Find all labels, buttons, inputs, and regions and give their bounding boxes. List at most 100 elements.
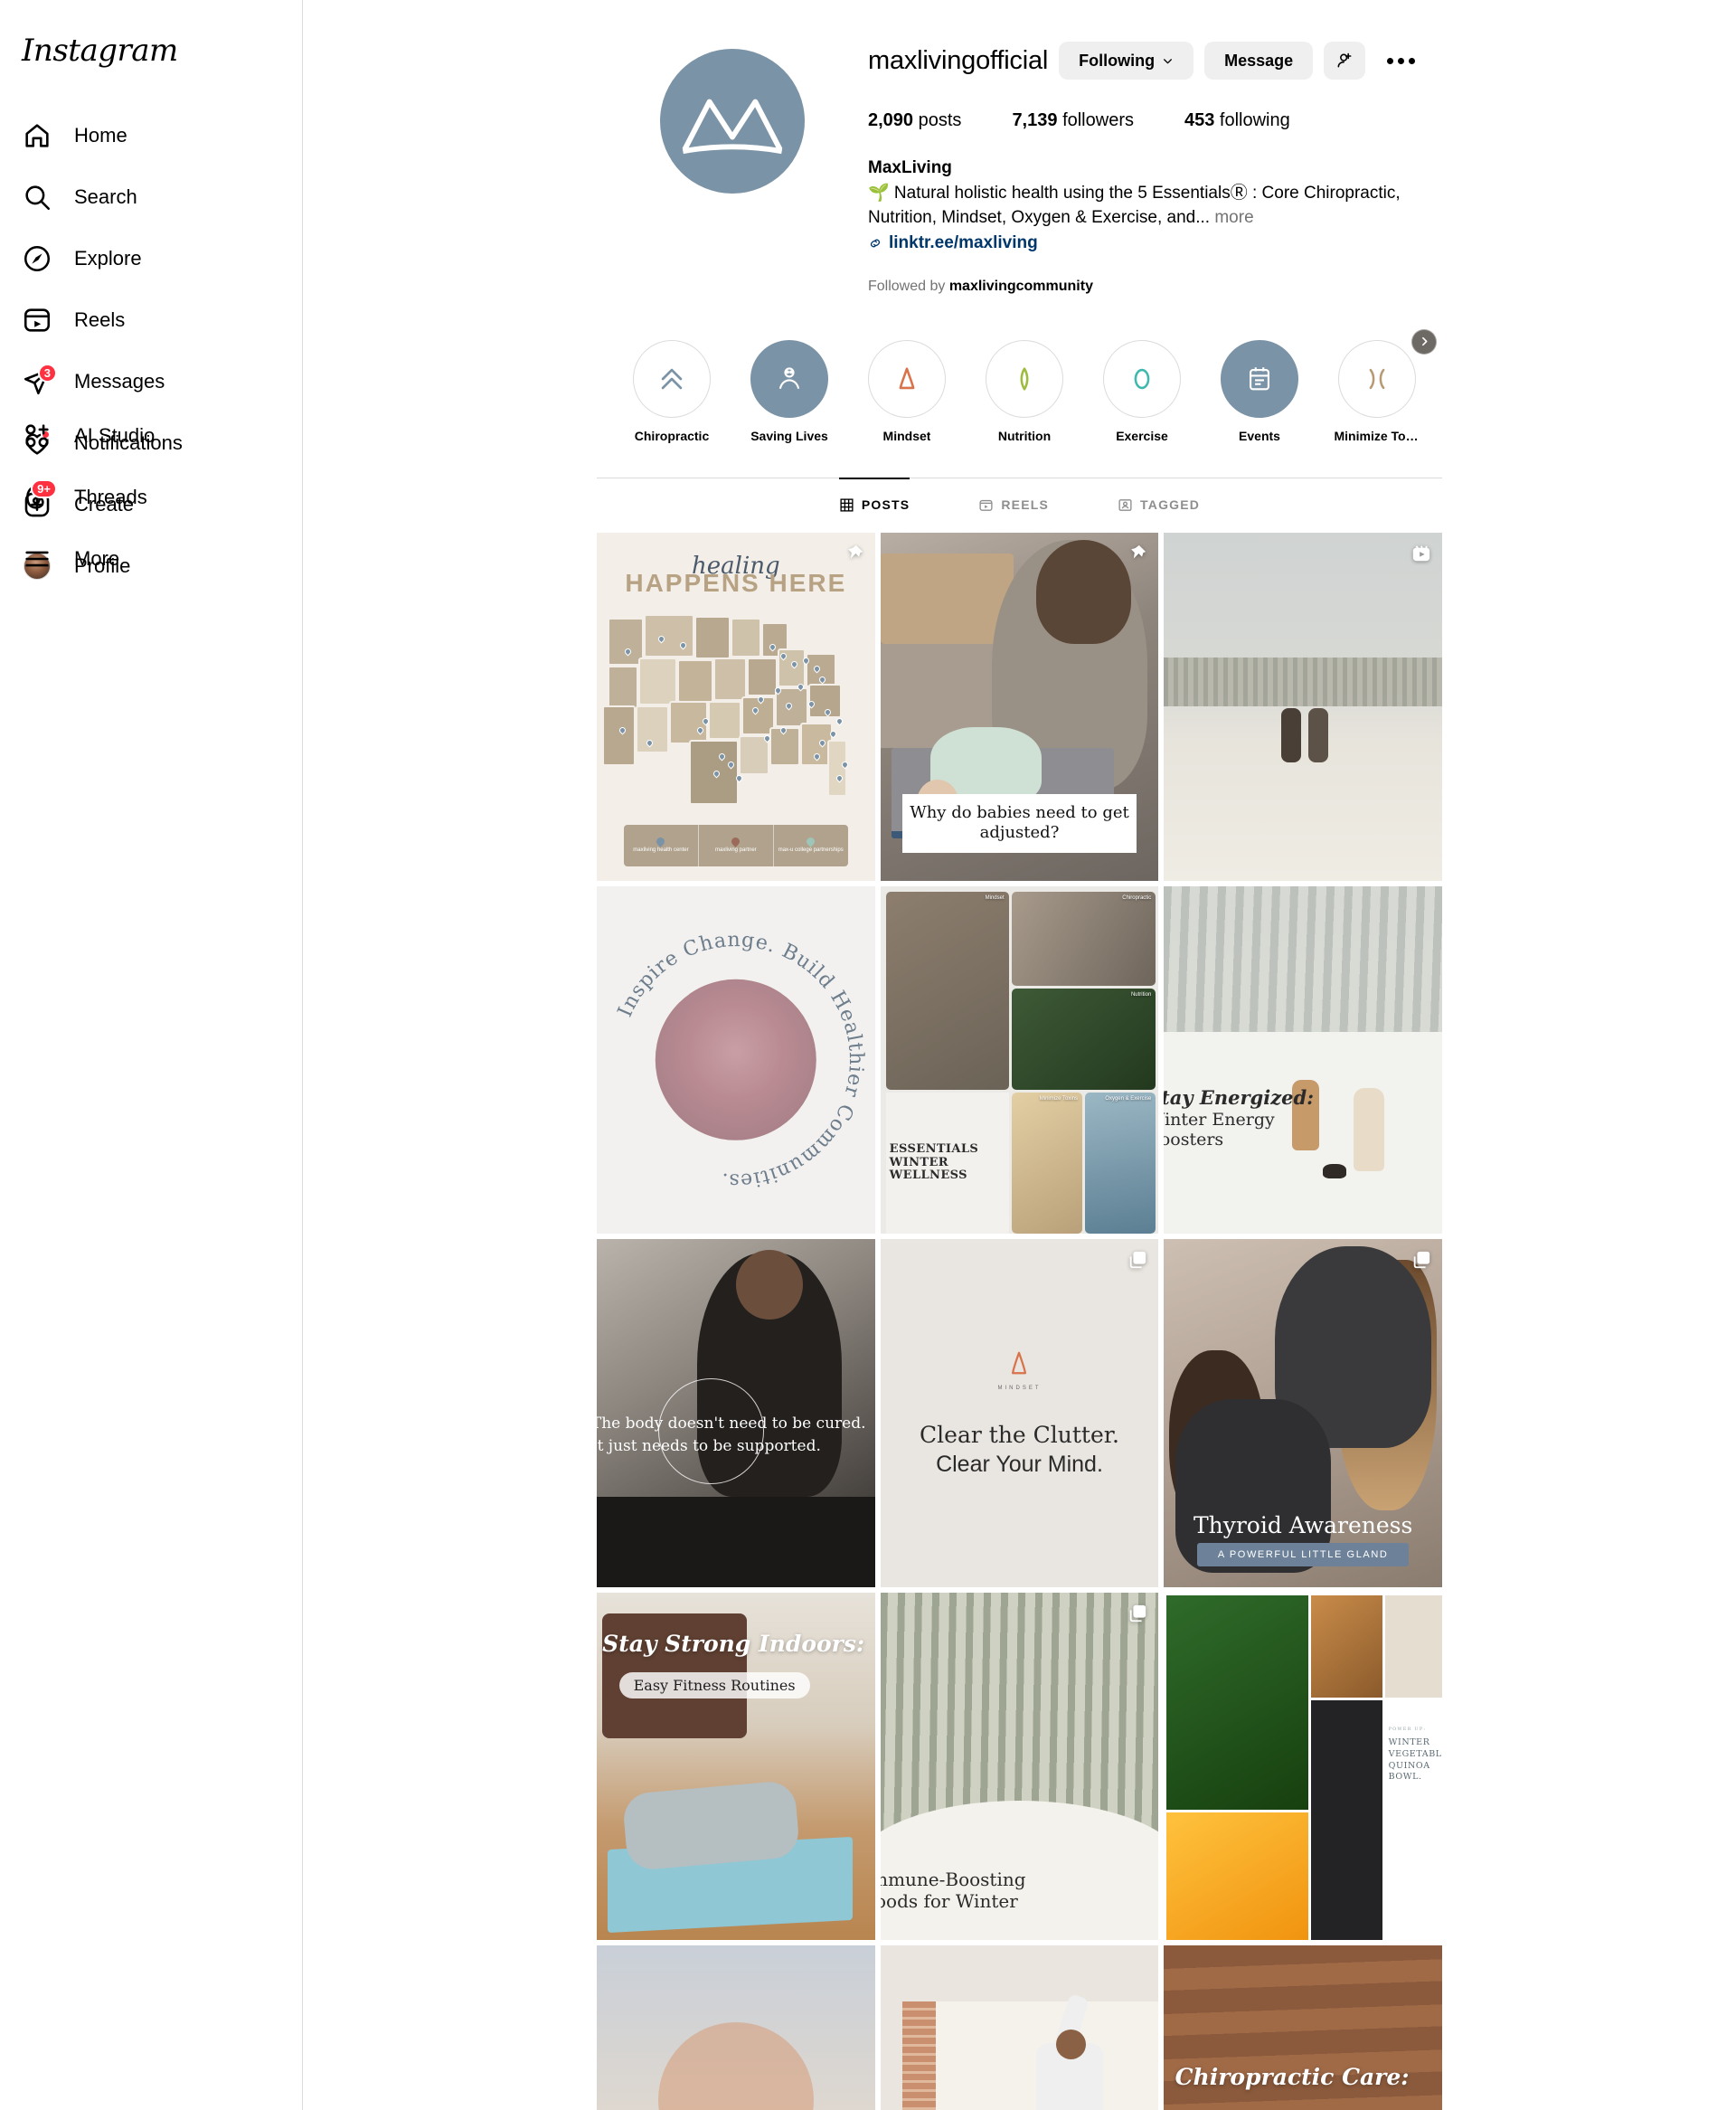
highlight-events[interactable]: Events <box>1221 339 1298 443</box>
stat-followers[interactable]: 7,139 followers <box>1012 110 1134 131</box>
stat-following-value: 453 <box>1184 110 1215 130</box>
highlight-mindset[interactable]: Mindset <box>868 339 946 443</box>
post-tile[interactable]: Immune-Boosting Foods for Winter <box>880 1592 1159 1941</box>
highlight-saving-lives[interactable]: Saving Lives <box>750 339 828 443</box>
post-tile[interactable] <box>597 1945 875 2110</box>
highlight-ring <box>1338 339 1416 418</box>
post-art-chiropractic-care: Chiropractic Care: Your Foundation for W… <box>1164 1945 1442 2110</box>
chevrons-up-icon <box>661 368 683 390</box>
profile-info: maxlivingofficial Following Message 2,09… <box>868 24 1442 295</box>
collage-label: Mindset <box>985 894 1005 901</box>
collage-tile-cup <box>1384 1594 1442 1698</box>
person-add-icon[interactable] <box>1324 42 1366 80</box>
sidebar-item-home[interactable]: Home <box>11 105 291 166</box>
sidebar-item-search[interactable]: Search <box>11 166 291 228</box>
collage-tile-squash <box>1166 1812 1309 1941</box>
sidebar-item-explore[interactable]: Explore <box>11 228 291 289</box>
collage-label: Oxygen & Exercise <box>1105 1095 1152 1102</box>
baby-icon <box>779 367 799 389</box>
followed-by-name: maxlivingcommunity <box>948 278 1093 294</box>
highlight-ring <box>868 339 946 418</box>
sidebar-item-ai-studio[interactable]: AI Studio <box>11 405 291 467</box>
collage-tile-chiropractic: Chiropractic <box>1011 891 1156 986</box>
highlight-label: Minimize Toxi... <box>1334 428 1420 443</box>
triangle-icon <box>899 367 915 390</box>
profile-bio-line2: Exercise, and... <box>1091 207 1211 227</box>
following-button[interactable]: Following <box>1059 42 1194 80</box>
compass-icon <box>22 243 52 274</box>
message-button[interactable]: Message <box>1204 42 1314 80</box>
sidebar-label-threads: Threads <box>74 486 147 508</box>
post-line1: Immune-Boosting <box>881 1868 1026 1890</box>
post-tile[interactable]: healing HAPPENS HERE maxliving health ce… <box>597 532 875 881</box>
followed-by-prefix: Followed by <box>868 278 949 294</box>
highlight-label: Events <box>1239 428 1280 443</box>
highlight-label: Exercise <box>1116 428 1168 443</box>
followed-by: Followed by maxlivingcommunity <box>868 279 1442 295</box>
sidebar-item-messages[interactable]: 3 Messages <box>11 351 291 412</box>
post-tile[interactable]: The body doesn't need to be cured. It ju… <box>597 1239 875 1587</box>
post-art-stay-energized: Stay Energized: Winter Energy Boosters <box>1164 885 1442 1235</box>
chevron-right-icon[interactable] <box>1411 328 1437 355</box>
sidebar: Instagram Home Search Explore Reels 3 Me… <box>0 0 303 2110</box>
highlight-ring <box>1103 339 1181 418</box>
carousel-icon <box>1127 1250 1147 1274</box>
hamburger-icon <box>22 544 52 574</box>
pinned-icon <box>844 544 864 568</box>
post-tile[interactable]: Why do babies need to get adjusted? <box>880 532 1159 881</box>
profile-avatar-wrapper[interactable] <box>597 24 868 295</box>
highlight-minimize-toxins[interactable]: Minimize Toxi... <box>1335 339 1420 443</box>
sidebar-item-more[interactable]: More <box>11 528 291 590</box>
post-tile[interactable] <box>880 1945 1159 2110</box>
tab-reels-label: REELS <box>1001 497 1050 513</box>
tab-reels[interactable]: REELS <box>978 478 1049 533</box>
sidebar-label-reels: Reels <box>74 308 126 331</box>
story-highlights: Chiropractic Saving Lives Mindset Nutrit… <box>597 295 1442 443</box>
post-tile[interactable] <box>1164 532 1442 881</box>
more-options-icon[interactable] <box>1376 57 1426 64</box>
post-art-winter-skaters <box>1164 532 1442 881</box>
sidebar-item-threads[interactable]: 9+ Threads <box>11 467 291 528</box>
post-subtitle-2: Boosters <box>1164 1130 1224 1150</box>
stat-following[interactable]: 453 following <box>1184 110 1290 131</box>
profile-avatar[interactable] <box>660 49 805 194</box>
stat-posts-label: posts <box>918 110 962 130</box>
sidebar-label-ai-studio: AI Studio <box>74 424 156 447</box>
post-tile[interactable]: POWER UP: WINTER VEGETABLE QUINOA BOWL. <box>1164 1592 1442 1941</box>
stat-posts-value: 2,090 <box>868 110 914 130</box>
tab-tagged-label: TAGGED <box>1140 497 1201 513</box>
profile-external-link[interactable]: linktr.ee/maxliving <box>868 233 1442 253</box>
bio-more-link[interactable]: more <box>1214 208 1253 227</box>
post-tile[interactable]: MINDSET Clear the Clutter. Clear Your Mi… <box>880 1239 1159 1587</box>
instagram-logo[interactable]: Instagram <box>11 11 291 105</box>
tab-tagged[interactable]: TAGGED <box>1118 478 1200 533</box>
svg-text:Inspire Change. Build Healthie: Inspire Change. Build Healthier Communit… <box>613 928 868 1192</box>
calendar-icon <box>1250 367 1269 391</box>
highlight-label: Nutrition <box>997 428 1052 443</box>
post-tile[interactable]: Thyroid Awareness A POWERFUL LITTLE GLAN… <box>1164 1239 1442 1587</box>
highlight-ring <box>986 339 1063 418</box>
chevron-down-icon <box>1164 58 1173 63</box>
circular-caption: Inspire Change. Build Healthier Communit… <box>613 928 868 1192</box>
highlight-chiropractic[interactable]: Chiropractic <box>633 339 711 443</box>
sidebar-bottom-group: AI Studio 9+ Threads More <box>11 405 291 590</box>
threads-icon: 9+ <box>22 479 57 513</box>
post-tile[interactable]: Chiropractic Mindset Nutrition ESSENTIAL… <box>880 885 1159 1235</box>
sidebar-item-reels[interactable]: Reels <box>11 289 291 351</box>
search-icon <box>22 182 52 213</box>
diamond-icon <box>1020 367 1029 391</box>
post-art-immune-foods: Immune-Boosting Foods for Winter <box>880 1592 1159 1941</box>
post-tile[interactable]: Inspire Change. Build Healthier Communit… <box>597 885 875 1235</box>
highlight-exercise[interactable]: Exercise <box>1103 339 1181 443</box>
post-tile[interactable]: Stay Strong Indoors: Easy Fitness Routin… <box>597 1592 875 1941</box>
messenger-icon: 3 <box>22 364 57 397</box>
post-tile[interactable]: Stay Energized: Winter Energy Boosters <box>1164 885 1442 1235</box>
collage-text-line: WINTER <box>1388 1737 1430 1748</box>
highlight-nutrition[interactable]: Nutrition <box>986 339 1063 443</box>
highlight-ring <box>633 339 711 418</box>
collage-text-block: ESSENTIALS WINTER WELLNESS <box>885 1092 1009 1235</box>
tab-posts[interactable]: POSTS <box>838 477 910 533</box>
collage-tile-grains <box>1311 1700 1382 1941</box>
post-tile[interactable]: Chiropractic Care: Your Foundation for W… <box>1164 1945 1442 2110</box>
reels-icon <box>22 305 52 336</box>
